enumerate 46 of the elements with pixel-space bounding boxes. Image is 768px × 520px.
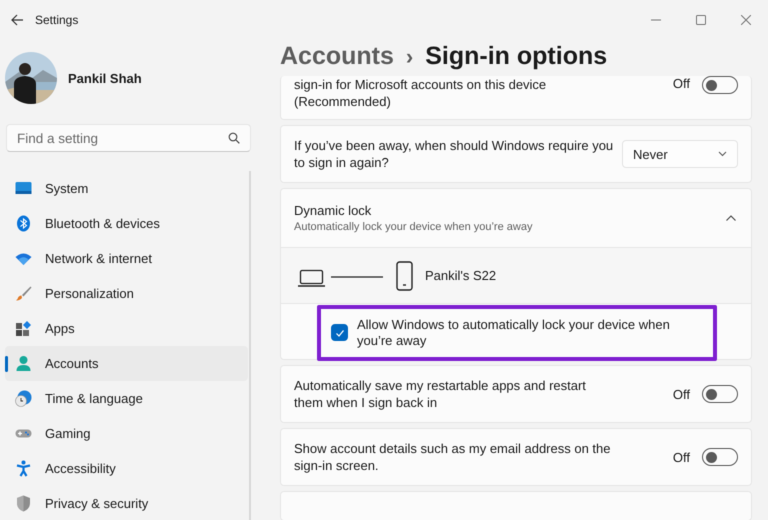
person-icon (15, 355, 32, 372)
setting-label: If you’ve been away, when should Windows require you to sign in again? (294, 137, 614, 171)
sidebar-item[interactable]: Time & language (5, 381, 248, 416)
setting-label: sign-in for Microsoft accounts on this device (Recommended) (294, 76, 548, 110)
accessibility-icon (15, 460, 32, 477)
toggle-switch[interactable] (702, 385, 738, 403)
checkmark-icon (334, 328, 344, 338)
breadcrumb-separator: › (406, 44, 414, 70)
toggle-state: Off (672, 386, 690, 402)
sidebar-item[interactable]: Gaming (5, 416, 248, 451)
sidebar-item[interactable]: Apps (5, 311, 248, 346)
page-title: Sign-in options (425, 42, 608, 71)
sidebar-item[interactable]: Privacy & security (5, 486, 248, 520)
checkbox-label: Allow Windows to automatically lock your device when you’re away (357, 316, 671, 348)
chevron-down-icon (718, 151, 727, 157)
apps-icon (15, 320, 32, 337)
clock-globe-icon (15, 390, 32, 407)
bluetooth-icon (15, 215, 32, 232)
sidebar-item[interactable]: Personalization (5, 276, 248, 311)
setting-description: Automatically lock your device when you’re away (294, 221, 532, 233)
phone-icon (396, 260, 413, 290)
breadcrumb-link[interactable]: Accounts (280, 42, 394, 71)
toggle-state: Off (672, 450, 690, 464)
sidebar-item[interactable]: Bluetooth & devices (5, 206, 248, 241)
sidebar-item[interactable]: Network & internet (5, 241, 248, 276)
device-name: Pankil's S22 (425, 268, 496, 283)
maximize-icon (696, 15, 706, 25)
close-icon (740, 15, 750, 25)
sidebar-item[interactable]: Accessibility (5, 451, 248, 486)
setting-label: Automatically save my restartable apps and restart them when I sign back in (294, 377, 587, 411)
checkbox[interactable] (331, 324, 348, 341)
search-field[interactable]: Find a setting (6, 124, 251, 152)
toggle-switch[interactable] (702, 448, 738, 466)
setting-title: Dynamic lock (294, 203, 372, 218)
paintbrush-icon (15, 285, 32, 302)
toggle-switch[interactable] (702, 76, 738, 94)
sidebar-item[interactable]: Accounts (5, 346, 248, 381)
dropdown[interactable]: Never (622, 140, 738, 168)
monitor-icon (15, 180, 32, 197)
setting-label: Show account details such as my email address on the sign-in screen. (294, 440, 612, 474)
sidebar-item[interactable]: System (5, 171, 248, 206)
shield-icon (15, 495, 32, 512)
window-title: Settings (35, 13, 80, 27)
search-icon (228, 132, 240, 144)
user-name: Pankil Shah (68, 70, 142, 86)
toggle-state: Off (672, 76, 690, 91)
